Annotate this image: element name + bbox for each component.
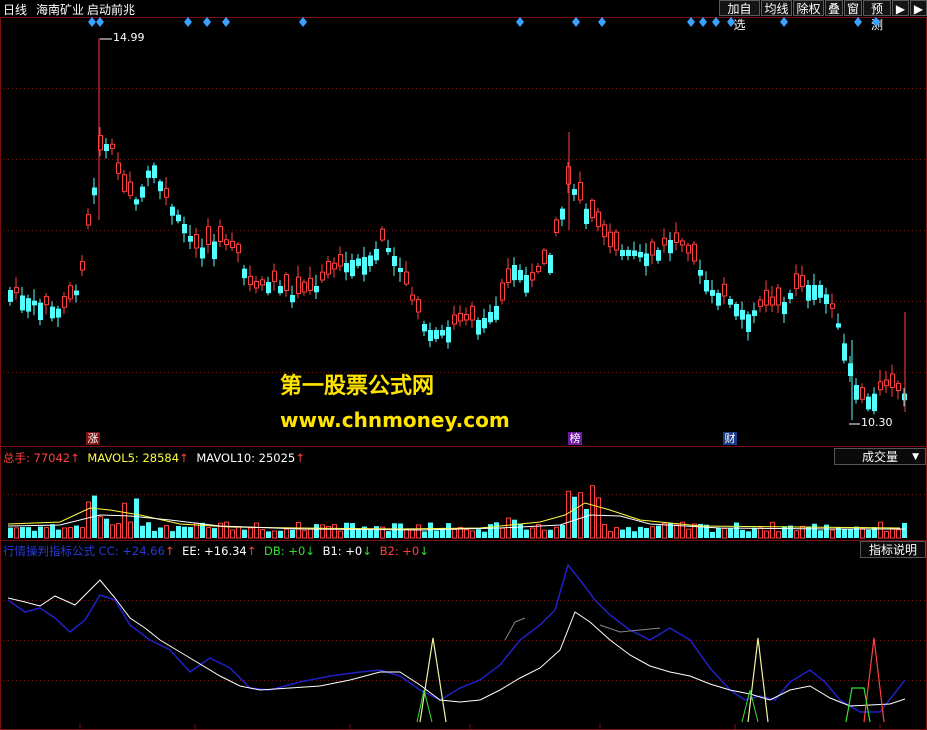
kline-chart[interactable] [0, 0, 927, 730]
b1-arrow: ↓ [362, 544, 372, 558]
volume-bars [7, 485, 907, 539]
price-annotations [100, 38, 860, 425]
b2-arrow: ↓ [419, 544, 429, 558]
total-volume-label: 总手: [3, 451, 34, 465]
total-volume-arrow: ↑ [70, 451, 80, 465]
candlesticks [8, 38, 907, 420]
volume-legend: 总手: 77042↑ MAVOL5: 28584↑ MAVOL10: 25025… [3, 450, 305, 466]
indicator-lines [7, 563, 906, 723]
volume-select-label: 成交量 [861, 450, 898, 464]
b1-value: B1: +0 [322, 544, 363, 558]
marker-finance[interactable]: 财 [723, 432, 737, 445]
indicator-name: 行情操判指标公式 CC: +24.66 [3, 544, 165, 558]
indicator-legend: 行情操判指标公式 CC: +24.66↑ EE: +16.34↑ DB: +0↓… [3, 543, 429, 559]
watermark-url: www.chnmoney.com [280, 408, 510, 432]
db-value: DB: +0 [264, 544, 306, 558]
total-volume-value: 77042 [33, 451, 71, 465]
mavol10-label: MAVOL10: 25025 [196, 451, 296, 465]
db-arrow: ↓ [305, 544, 315, 558]
indicator-name-arrow: ↑ [164, 544, 175, 558]
ee-arrow: ↑ [246, 544, 257, 558]
mavol5-arrow: ↑ [179, 451, 189, 465]
watermark-title: 第一股票公式网 [280, 374, 435, 399]
low-price-label: 10.30 [861, 416, 893, 429]
chevron-down-icon: ▼ [912, 452, 919, 462]
mavol10-arrow: ↑ [295, 451, 305, 465]
volume-select[interactable]: 成交量 ▼ [834, 448, 926, 465]
marker-rise[interactable]: 涨 [86, 432, 100, 445]
marker-rank[interactable]: 榜 [568, 432, 582, 445]
grid-lines [0, 17, 927, 730]
high-price-label: 14.99 [113, 31, 145, 44]
indicator-help-button[interactable]: 指标说明 [860, 541, 926, 558]
b2-value: B2: +0 [379, 544, 420, 558]
signal-diamonds [88, 17, 880, 27]
mavol5-label: MAVOL5: 28584 [87, 451, 180, 465]
ee-value: EE: +16.34 [182, 544, 247, 558]
